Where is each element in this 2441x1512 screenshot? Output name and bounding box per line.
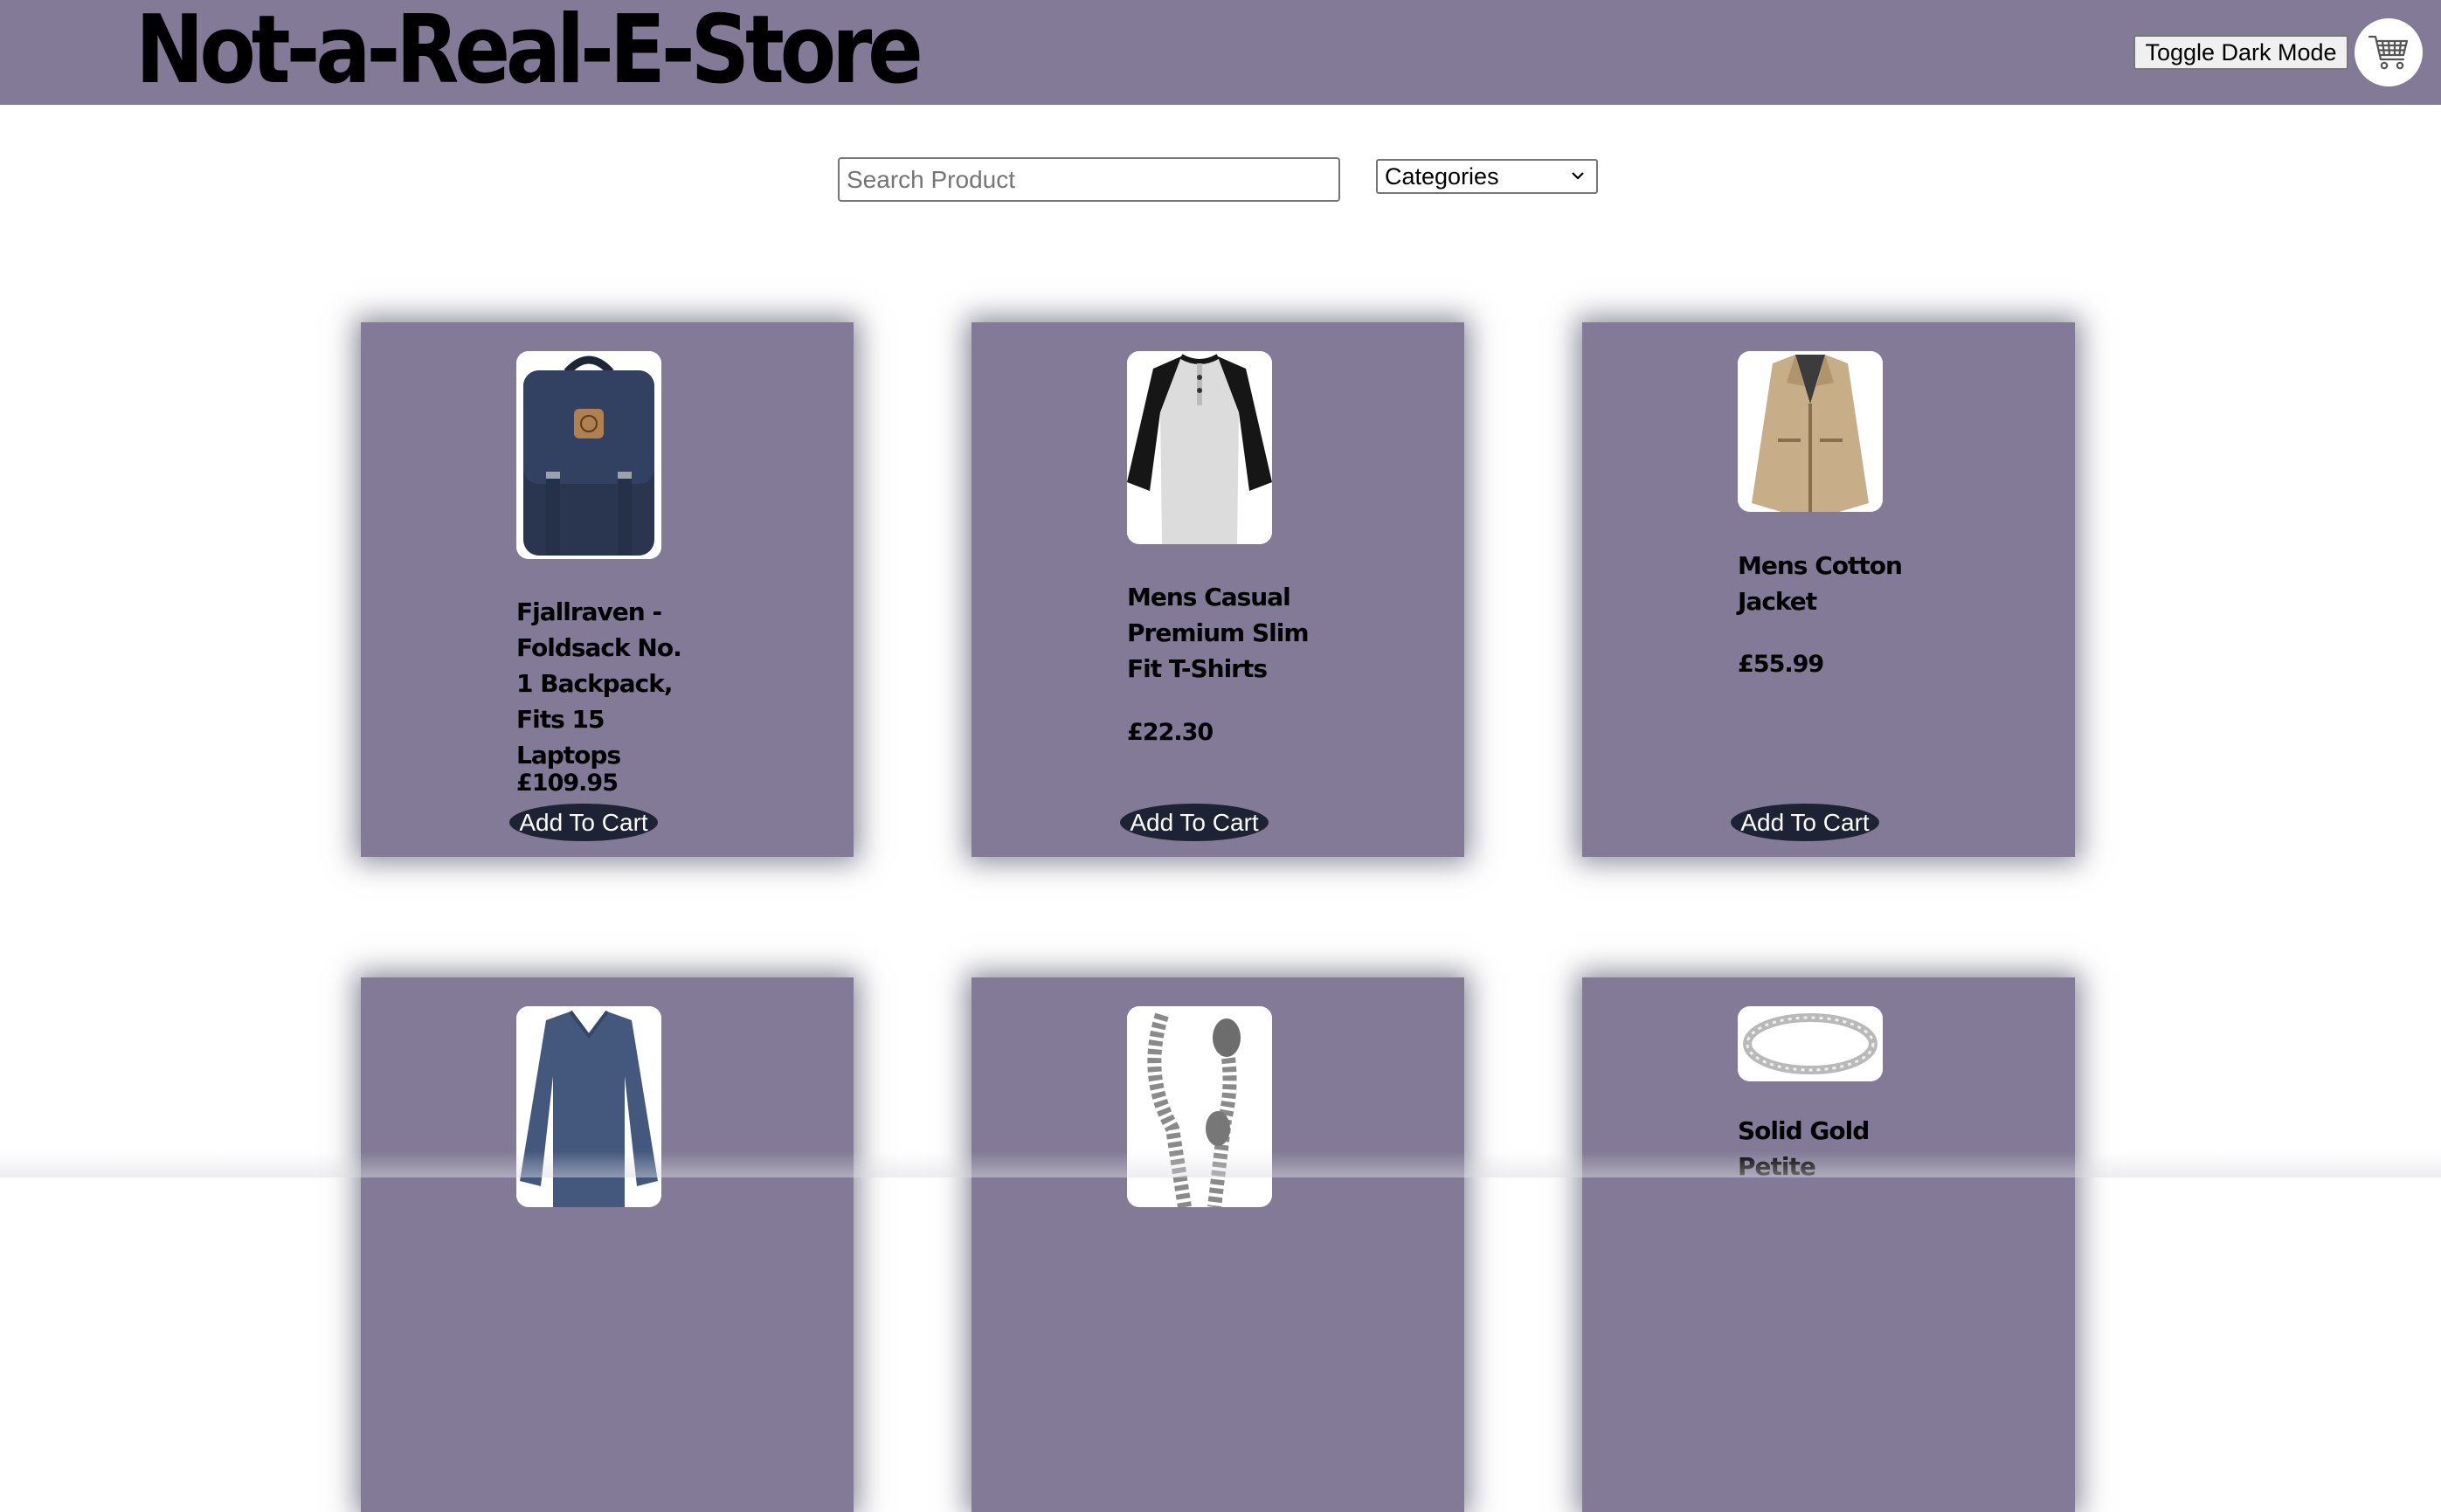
ring-image <box>1738 1006 1883 1081</box>
product-card <box>972 977 1464 1512</box>
product-title: Mens Cotton Jacket <box>1738 551 1903 616</box>
add-to-cart-button[interactable]: Add To Cart <box>509 804 658 841</box>
jacket-image <box>1738 351 1883 512</box>
product-image[interactable] <box>1127 351 1272 544</box>
cart-button[interactable] <box>2355 18 2423 86</box>
site-logo: Not-a-Real-E-Store <box>135 0 923 105</box>
product-card: Solid Gold Petite <box>1582 977 2075 1512</box>
add-to-cart-button[interactable]: Add To Cart <box>1731 804 1879 841</box>
product-card: Mens Cotton Jacket £55.99 Add To Cart <box>1582 322 2075 857</box>
add-to-cart-button[interactable]: Add To Cart <box>1120 804 1269 841</box>
product-image[interactable] <box>516 351 661 559</box>
site-header: Not-a-Real-E-Store Toggle Dark Mode <box>0 0 2441 105</box>
categories-select[interactable]: Categories <box>1376 159 1598 194</box>
shopping-cart-icon <box>2368 35 2409 70</box>
product-card: Mens Casual Premium Slim Fit T-Shirts £2… <box>972 322 1464 857</box>
product-price: £55.99 <box>1738 651 1824 678</box>
product-title: Fjallraven - Foldsack No. 1 Backpack, Fi… <box>516 597 682 770</box>
categories-select-value: Categories <box>1385 163 1499 190</box>
product-image[interactable] <box>1738 1006 1883 1081</box>
search-input[interactable] <box>838 157 1340 202</box>
product-title: Mens Casual Premium Slim Fit T-Shirts <box>1127 583 1310 683</box>
product-card: Fjallraven - Foldsack No. 1 Backpack, Fi… <box>361 322 854 857</box>
backpack-image <box>516 351 661 559</box>
t-shirt-image <box>1127 351 1272 544</box>
toggle-dark-mode-button[interactable]: Toggle Dark Mode <box>2133 35 2348 70</box>
product-card <box>361 977 854 1512</box>
product-title: Solid Gold Petite <box>1738 1116 1870 1181</box>
chevron-down-icon <box>1572 172 1584 180</box>
product-price: £109.95 <box>516 770 619 797</box>
product-image[interactable] <box>1738 351 1883 512</box>
product-price: £22.30 <box>1127 719 1214 746</box>
